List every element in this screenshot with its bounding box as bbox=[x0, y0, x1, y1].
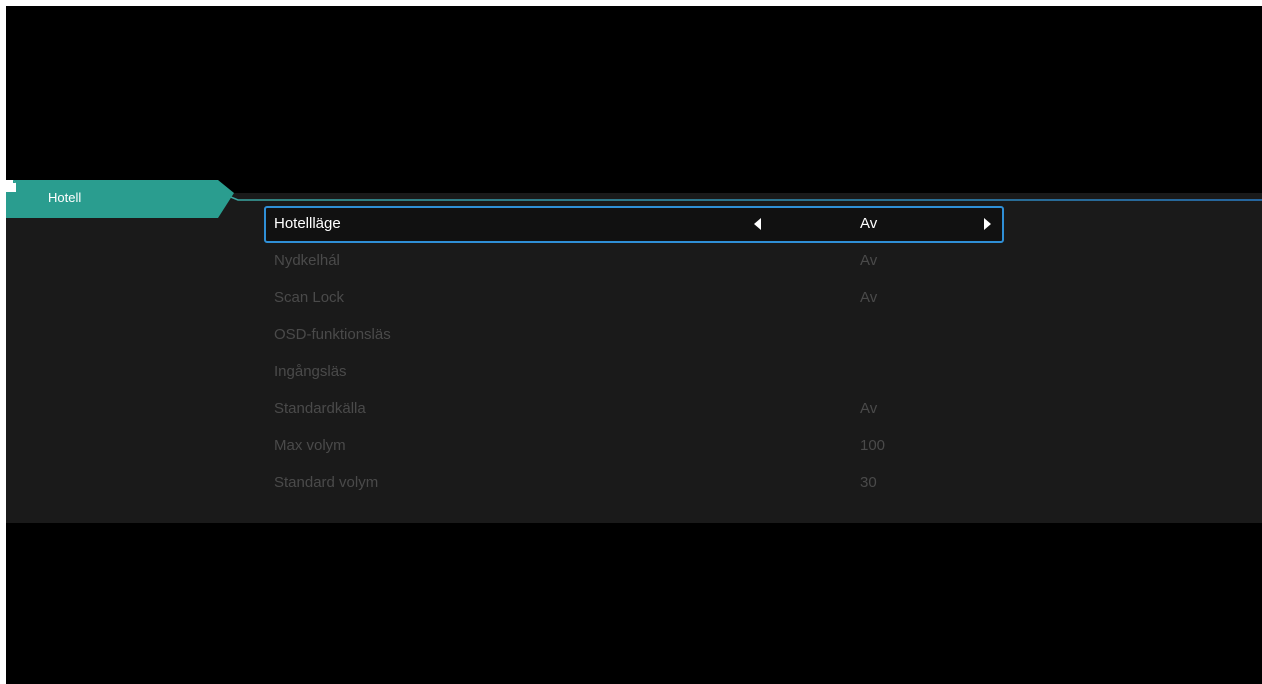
menu-item-standard-volym[interactable]: Standard volym 30 bbox=[264, 465, 1004, 502]
tv-screen: Hotell Hotellläge Av Nydkelhál Av Scan L… bbox=[6, 6, 1262, 684]
arrow-left-icon[interactable] bbox=[754, 218, 761, 230]
tab-hotell[interactable]: Hotell bbox=[6, 180, 236, 218]
menu-item-label: OSD-funktionsläs bbox=[274, 326, 391, 343]
document-icon bbox=[6, 180, 16, 192]
menu-item-scan-lock[interactable]: Scan Lock Av bbox=[264, 280, 1004, 317]
menu-item-nydkelhal[interactable]: Nydkelhál Av bbox=[264, 243, 1004, 280]
menu-item-ingangslas[interactable]: Ingångsläs bbox=[264, 354, 1004, 391]
menu-item-label: Nydkelhál bbox=[274, 252, 340, 269]
menu-item-standardkalla[interactable]: Standardkälla Av bbox=[264, 391, 1004, 428]
menu-item-label: Standardkälla bbox=[274, 400, 366, 417]
menu-item-label: Scan Lock bbox=[274, 289, 345, 306]
arrow-right-icon[interactable] bbox=[984, 218, 991, 230]
tab-label: Hotell bbox=[48, 190, 82, 205]
menu-item-value: Av bbox=[860, 252, 878, 269]
menu-item-value: Av bbox=[860, 400, 878, 417]
menu-item-hotellage[interactable]: Hotellläge Av bbox=[264, 206, 1004, 243]
menu-item-label: Hotellläge bbox=[274, 215, 341, 232]
menu-item-label: Max volym bbox=[274, 437, 346, 454]
menu-item-osd-funktionslas[interactable]: OSD-funktionsläs bbox=[264, 317, 1004, 354]
menu-item-value: Av bbox=[860, 215, 878, 232]
menu-item-label: Standard volym bbox=[274, 474, 379, 491]
menu-item-value: 30 bbox=[860, 474, 877, 491]
menu-item-label: Ingångsläs bbox=[274, 363, 347, 380]
menu-list: Hotellläge Av Nydkelhál Av Scan Lock Av … bbox=[264, 206, 1004, 502]
menu-item-max-volym[interactable]: Max volym 100 bbox=[264, 428, 1004, 465]
tab-background bbox=[6, 180, 234, 218]
menu-item-value: Av bbox=[860, 289, 878, 306]
menu-item-value: 100 bbox=[860, 437, 886, 454]
